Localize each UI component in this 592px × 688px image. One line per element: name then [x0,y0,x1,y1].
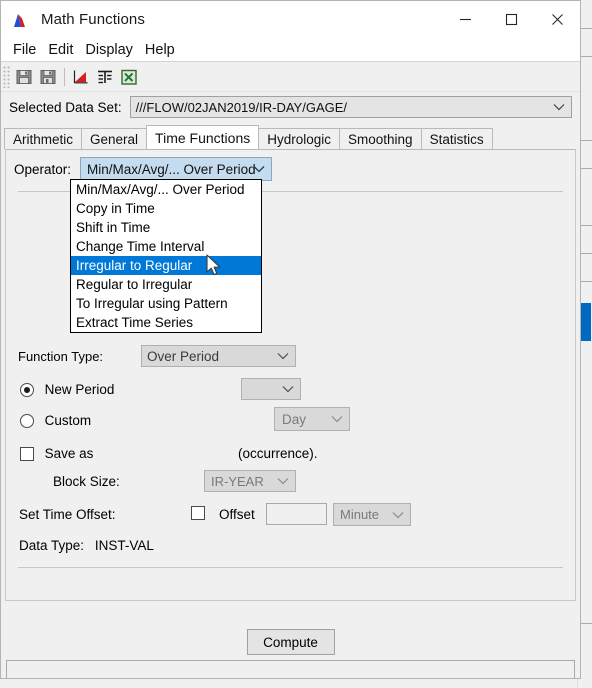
dropdown-option-extract-time-series[interactable]: Extract Time Series [71,313,261,332]
save-as-icon [40,69,56,84]
custom-unit-combo[interactable]: Day [274,407,350,431]
save-as-note: (occurrence). [238,446,318,461]
operator-row: Operator: Min/Max/Avg/... Over Period [14,157,273,181]
tab-hydrologic[interactable]: Hydrologic [258,128,341,149]
excel-export-icon [121,69,137,85]
table-icon [98,70,112,83]
toolbar-grip[interactable] [3,65,10,88]
custom-option[interactable]: Custom [20,412,91,428]
maximize-icon [505,13,517,26]
menu-file[interactable]: File [7,40,42,60]
custom-unit-value: Day [282,411,307,427]
offset-unit-value: Minute [340,507,380,522]
operator-dropdown-list[interactable]: Min/Max/Avg/... Over Period Copy in Time… [70,179,262,333]
function-type-label: Function Type: [18,349,104,364]
menu-help[interactable]: Help [139,40,181,60]
new-period-option[interactable]: New Period [20,381,114,397]
chevron-down-icon [553,104,565,111]
panel-divider-bottom [18,567,563,568]
custom-label: Custom [44,413,92,429]
toolbar-table[interactable] [93,65,117,89]
dropdown-option-copy-in-time[interactable]: Copy in Time [71,199,261,218]
chevron-down-icon [277,478,289,485]
toolbar-plot[interactable] [69,65,93,89]
dropdown-option-shift-in-time[interactable]: Shift in Time [71,218,261,237]
title-bar: Math Functions [1,1,580,38]
tab-smoothing[interactable]: Smoothing [339,128,422,149]
selected-dataset-row: Selected Data Set: ///FLOW/02JAN2019/IR-… [1,92,580,122]
function-type-combo[interactable]: Over Period [141,345,296,367]
save-icon [16,69,32,84]
plot-chart-icon [73,70,88,83]
dropdown-option-change-time-interval[interactable]: Change Time Interval [71,237,261,256]
set-time-offset-label: Set Time Offset: [19,507,116,522]
selected-dataset-combo[interactable]: ///FLOW/02JAN2019/IR-DAY/GAGE/ [129,96,572,118]
save-as-checkbox[interactable] [20,446,34,461]
math-functions-window: Math Functions File Edit Display Help Se… [0,0,581,679]
operator-value: Min/Max/Avg/... Over Period [87,161,256,177]
toolbar-save-as[interactable] [36,65,60,89]
toolbar-save[interactable] [12,65,36,89]
block-size-label: Block Size: [53,474,120,489]
toolbar [1,62,580,92]
chevron-down-icon [253,166,265,173]
toolbar-excel[interactable] [117,65,141,89]
tab-general[interactable]: General [81,128,148,149]
compute-button[interactable]: Compute [246,629,335,655]
close-icon [551,14,563,25]
maximize-button[interactable] [488,1,534,38]
save-as-option[interactable]: Save as [20,445,93,461]
tab-time-functions[interactable]: Time Functions [146,125,260,149]
operator-label: Operator: [14,161,72,177]
chevron-down-icon [282,386,294,393]
data-type-value: INST-VAL [94,538,154,553]
window-controls [442,1,580,38]
tab-arithmetic[interactable]: Arithmetic [4,128,83,149]
selected-dataset-label: Selected Data Set: [9,99,122,115]
minimize-button[interactable] [442,1,488,38]
tab-strip: Arithmetic General Time Functions Hydrol… [1,125,580,149]
toolbar-separator [64,67,65,86]
operator-combo[interactable]: Min/Max/Avg/... Over Period [80,157,273,181]
offset-checkbox[interactable] [191,506,205,520]
data-type-row: Data Type: INST-VAL [19,538,154,553]
window-title: Math Functions [41,11,145,28]
chevron-down-icon [331,416,343,423]
chevron-down-icon [392,511,404,518]
offset-input[interactable] [266,503,327,525]
block-size-combo[interactable]: IR-YEAR [204,470,296,492]
menu-display[interactable]: Display [79,40,139,60]
custom-radio[interactable] [20,413,34,428]
status-bar [6,660,575,678]
hec-dssvue-peak-icon [14,13,25,27]
compute-bar: Compute [1,626,580,658]
new-period-combo[interactable] [241,378,301,400]
offset-label: Offset [219,507,255,522]
block-size-value: IR-YEAR [211,473,264,489]
chevron-down-icon [277,353,289,360]
tab-statistics[interactable]: Statistics [420,128,493,149]
dropdown-option-to-irregular-using-pattern[interactable]: To Irregular using Pattern [71,294,261,313]
menu-edit[interactable]: Edit [42,40,79,60]
function-type-value: Over Period [147,348,220,364]
dropdown-option-regular-to-irregular[interactable]: Regular to Irregular [71,275,261,294]
dropdown-option-irregular-to-regular[interactable]: Irregular to Regular [71,256,261,275]
save-as-label: Save as [44,446,94,462]
selected-dataset-value: ///FLOW/02JAN2019/IR-DAY/GAGE/ [135,99,348,115]
new-period-label: New Period [44,382,115,398]
dropdown-option-min-max-avg[interactable]: Min/Max/Avg/... Over Period [71,180,261,199]
menu-bar: File Edit Display Help [1,38,580,62]
close-button[interactable] [534,1,580,38]
new-period-radio[interactable] [20,382,34,397]
data-type-label: Data Type: [19,538,85,553]
minimize-icon [459,18,471,21]
offset-unit-combo[interactable]: Minute [333,503,411,526]
